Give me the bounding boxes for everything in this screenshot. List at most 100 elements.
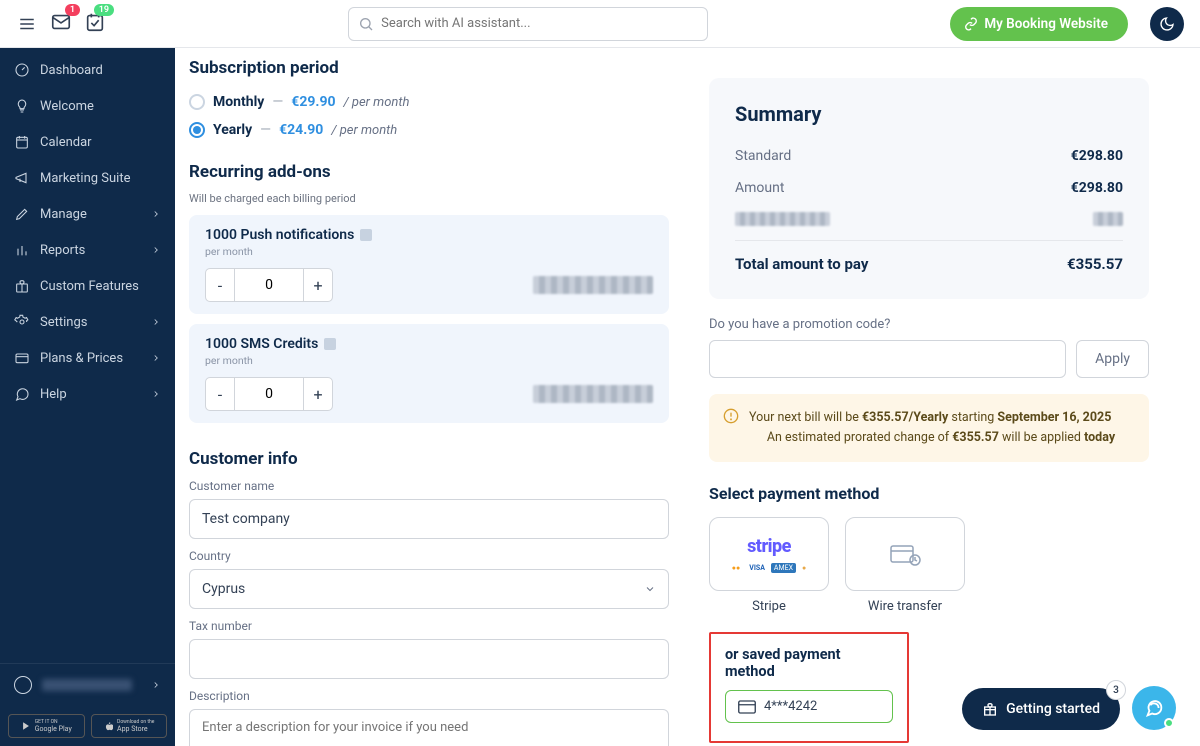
- customer-name-input[interactable]: [189, 499, 669, 539]
- sidebar-item-manage[interactable]: Manage: [0, 196, 175, 232]
- radio-monthly[interactable]: [189, 94, 205, 110]
- wire-icon: [889, 542, 921, 566]
- app-store-badges: GET IT ONGoogle Play Download on theApp …: [0, 706, 175, 746]
- chevron-right-icon: [151, 353, 161, 363]
- google-play-badge[interactable]: GET IT ONGoogle Play: [8, 714, 85, 738]
- summary-total-label: Total amount to pay: [735, 255, 868, 273]
- chat-icon: [14, 386, 30, 402]
- stepper-plus[interactable]: +: [303, 268, 333, 302]
- payment-wire[interactable]: Wire transfer: [845, 517, 965, 614]
- sidebar-item-label: Reports: [40, 243, 85, 258]
- my-booking-label: My Booking Website: [984, 16, 1108, 32]
- dashboard-icon: [14, 62, 30, 78]
- summary-row-value: €298.80: [1071, 148, 1123, 164]
- info-icon[interactable]: [360, 229, 372, 241]
- chevron-right-icon: [151, 389, 161, 399]
- summary-row-value: €298.80: [1071, 180, 1123, 196]
- saved-card-number: 4***4242: [764, 699, 817, 714]
- summary-row-label: Amount: [735, 180, 784, 196]
- top-bar: 1 19 My Booking Website: [0, 0, 1200, 48]
- tax-input[interactable]: [189, 639, 669, 679]
- search-wrap: [348, 7, 708, 41]
- gift-icon: [982, 701, 998, 717]
- promo-label: Do you have a promotion code?: [709, 317, 1149, 332]
- addon-sms: 1000 SMS Credits per month - +: [189, 324, 669, 423]
- chat-bubble[interactable]: [1132, 686, 1176, 730]
- calendar-icon: [14, 134, 30, 150]
- search-icon: [358, 16, 374, 32]
- card-brand-icons: ●●VISAAMEX●: [729, 563, 809, 573]
- stepper-input[interactable]: [235, 377, 303, 411]
- plan-monthly-label: Monthly: [213, 94, 264, 110]
- sidebar-item-custom[interactable]: Custom Features: [0, 268, 175, 304]
- tasks-icon[interactable]: 19: [84, 11, 106, 37]
- country-label: Country: [189, 549, 669, 563]
- payment-stripe[interactable]: stripe ●●VISAAMEX● Stripe: [709, 517, 829, 614]
- customer-name-label: Customer name: [189, 479, 669, 493]
- addons-heading: Recurring add-ons: [189, 162, 669, 182]
- payment-stripe-label: Stripe: [709, 599, 829, 614]
- addons-sub: Will be charged each billing period: [189, 192, 669, 205]
- promo-input[interactable]: [709, 340, 1066, 378]
- mail-icon[interactable]: 1: [50, 11, 72, 37]
- card-icon: [738, 700, 756, 714]
- plan-yearly-price: €24.90: [279, 122, 323, 138]
- mail-badge: 1: [65, 4, 80, 16]
- stepper-input[interactable]: [235, 268, 303, 302]
- getting-started-badge: 3: [1106, 680, 1126, 700]
- sidebar-item-label: Dashboard: [40, 63, 103, 78]
- sidebar-item-calendar[interactable]: Calendar: [0, 124, 175, 160]
- sidebar-item-settings[interactable]: Settings: [0, 304, 175, 340]
- saved-card-button[interactable]: 4***4242: [725, 690, 893, 723]
- stepper-plus[interactable]: +: [303, 377, 333, 411]
- stepper-minus[interactable]: -: [205, 268, 235, 302]
- megaphone-icon: [14, 170, 30, 186]
- chevron-right-icon: [151, 245, 161, 255]
- country-select[interactable]: Cyprus: [189, 569, 669, 609]
- chevron-right-icon: [151, 680, 161, 690]
- subscription-heading: Subscription period: [189, 58, 669, 78]
- avatar-icon: [14, 676, 32, 694]
- apply-button[interactable]: Apply: [1076, 340, 1149, 378]
- sidebar-item-help[interactable]: Help: [0, 376, 175, 412]
- dark-mode-toggle[interactable]: [1150, 7, 1184, 41]
- stepper-minus[interactable]: -: [205, 377, 235, 411]
- pencil-icon: [14, 206, 30, 222]
- plan-monthly-price: €29.90: [291, 94, 335, 110]
- sidebar-item-dashboard[interactable]: Dashboard: [0, 52, 175, 88]
- summary-row-redacted: [735, 204, 1123, 234]
- apple-icon: [103, 721, 113, 731]
- sidebar-item-reports[interactable]: Reports: [0, 232, 175, 268]
- bulb-icon: [14, 98, 30, 114]
- plan-monthly-row[interactable]: Monthly — €29.90 / per month: [189, 88, 669, 116]
- sidebar-item-plans[interactable]: Plans & Prices: [0, 340, 175, 376]
- radio-yearly[interactable]: [189, 122, 205, 138]
- gift-icon: [14, 278, 30, 294]
- sidebar-item-label: Custom Features: [40, 279, 139, 294]
- sidebar-item-marketing[interactable]: Marketing Suite: [0, 160, 175, 196]
- saved-payment-highlight: or saved payment method 4***4242: [709, 632, 909, 743]
- addon-sms-title: 1000 SMS Credits: [205, 336, 653, 352]
- my-booking-button[interactable]: My Booking Website: [950, 7, 1128, 41]
- getting-started-label: Getting started: [1006, 701, 1100, 717]
- sidebar-user[interactable]: [0, 663, 175, 706]
- search-input[interactable]: [348, 7, 708, 41]
- description-textarea[interactable]: [189, 709, 669, 746]
- plan-yearly-row[interactable]: Yearly — €24.90 / per month: [189, 116, 669, 144]
- online-dot: [1164, 718, 1174, 728]
- app-store-badge[interactable]: Download on theApp Store: [91, 714, 168, 738]
- addon-price-redacted: [533, 385, 653, 403]
- getting-started-button[interactable]: Getting started 3: [962, 688, 1120, 730]
- chart-icon: [14, 242, 30, 258]
- sidebar-item-label: Manage: [40, 207, 87, 222]
- info-icon[interactable]: [324, 338, 336, 350]
- alert-icon: [723, 408, 739, 424]
- addon-sms-stepper: - +: [205, 377, 333, 411]
- chevron-right-icon: [151, 317, 161, 327]
- hamburger-icon[interactable]: [16, 15, 38, 33]
- sidebar: Dashboard Welcome Calendar Marketing Sui…: [0, 48, 175, 746]
- addon-push-title: 1000 Push notifications: [205, 227, 653, 243]
- sidebar-item-welcome[interactable]: Welcome: [0, 88, 175, 124]
- sidebar-item-label: Marketing Suite: [40, 171, 131, 186]
- stripe-logo: stripe: [747, 536, 791, 557]
